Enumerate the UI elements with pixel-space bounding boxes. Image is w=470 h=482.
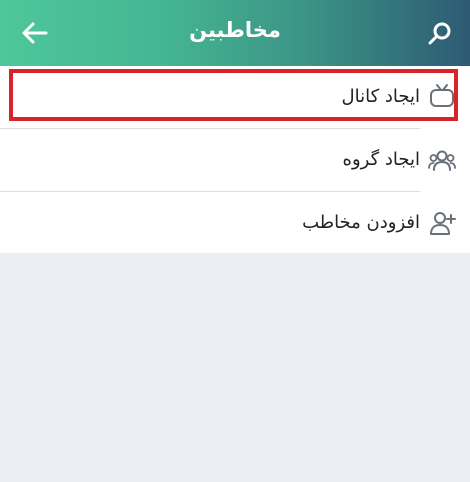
- create-group-label: ایجاد گروه: [342, 149, 420, 170]
- create-channel-label: ایجاد کانال: [341, 86, 420, 107]
- add-contact-icon: [430, 212, 456, 235]
- group-icon: [428, 150, 456, 171]
- search-icon[interactable]: [426, 20, 454, 48]
- app-header: مخاطبین: [0, 0, 470, 66]
- channel-tv-icon: [430, 84, 454, 107]
- create-channel-item[interactable]: ایجاد کانال: [0, 66, 470, 128]
- page-title: مخاطبین: [189, 18, 281, 42]
- add-contact-label: افزودن مخاطب: [302, 212, 420, 233]
- create-group-item[interactable]: ایجاد گروه: [0, 129, 470, 191]
- add-contact-item[interactable]: افزودن مخاطب: [0, 192, 470, 254]
- contacts-menu: ایجاد کانال ایجاد گروه افزودن مخاطب: [0, 66, 470, 253]
